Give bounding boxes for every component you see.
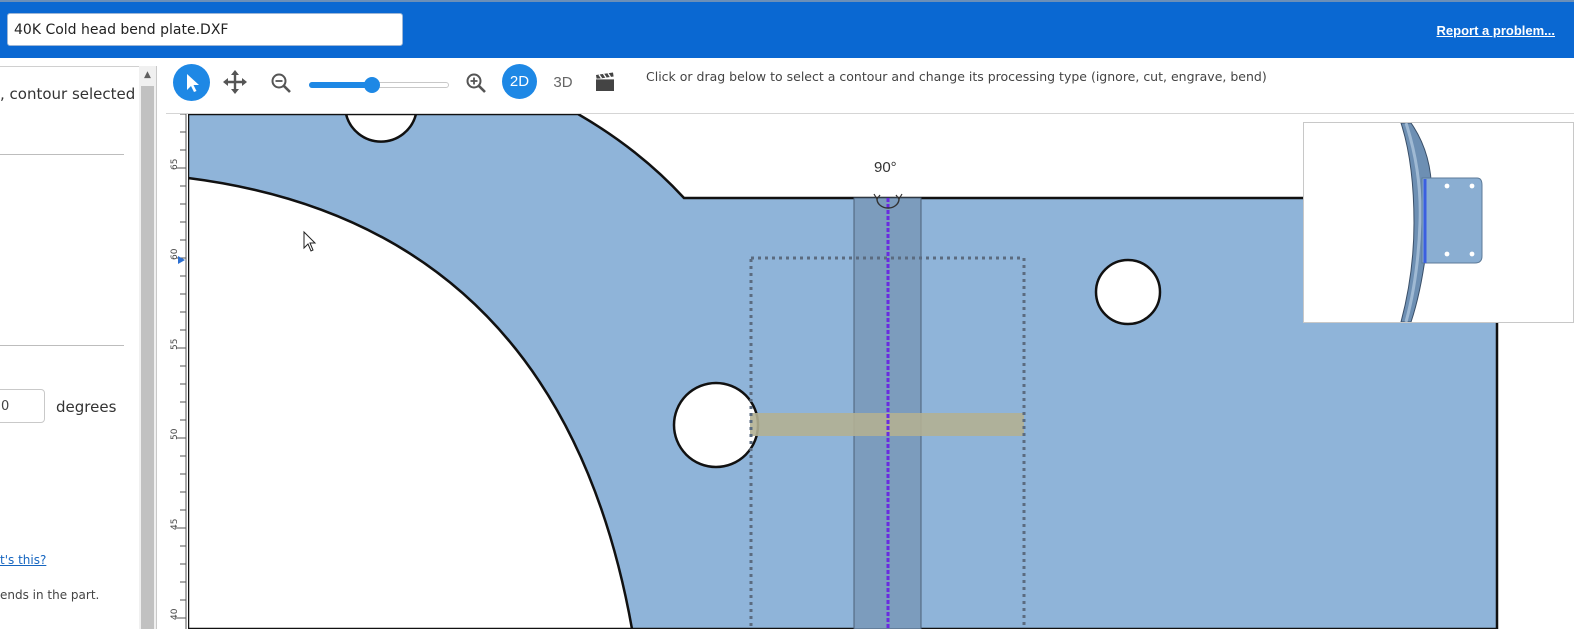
pan-tool-button[interactable] [220, 67, 250, 97]
ruler-label: 55 [170, 338, 180, 350]
view-2d-button[interactable]: 2D [502, 64, 537, 99]
ruler-label: 65 [170, 158, 180, 170]
zoom-slider-fill [309, 82, 372, 88]
ruler-label: 60 [170, 248, 180, 260]
hole[interactable] [672, 381, 760, 469]
bend-angle-input[interactable]: 0 [0, 389, 45, 423]
top-bar: 40K Cold head bend plate.DXF Report a pr… [0, 0, 1574, 58]
zoom-in-button[interactable] [461, 68, 491, 98]
select-arrow-icon [186, 73, 199, 92]
toolbar-hint: Click or drag below to select a contour … [646, 69, 1267, 84]
3d-preview[interactable] [1303, 122, 1574, 323]
hole[interactable] [1094, 258, 1162, 326]
movie-clapper-icon [596, 72, 614, 91]
whats-this-link[interactable]: t's this? [0, 553, 46, 567]
3d-preview-model [1400, 122, 1483, 323]
left-panel: , contour selected 0 degrees t's this? e… [0, 66, 157, 629]
drawing-canvas[interactable]: 65 60 55 50 45 40 90° [166, 114, 1574, 629]
zoom-in-icon [466, 73, 486, 93]
bends-info-text: ends in the part. [0, 588, 100, 602]
panel-divider [0, 345, 124, 346]
ruler-label: 40 [170, 608, 180, 620]
contour-selected-text: , contour selected [0, 85, 136, 103]
animation-button[interactable] [590, 67, 620, 97]
ruler-label: 50 [170, 428, 180, 440]
panel-divider [0, 154, 124, 155]
report-problem-link[interactable]: Report a problem... [1437, 23, 1555, 38]
view-3d-button[interactable]: 3D [548, 67, 578, 97]
scroll-thumb[interactable] [141, 86, 154, 629]
vertical-ruler: 65 60 55 50 45 40 [166, 114, 188, 629]
zoom-out-icon [271, 73, 291, 93]
ruler-ticks [176, 114, 187, 629]
scroll-up-arrow-icon[interactable]: ▲ [139, 66, 156, 84]
zoom-slider-thumb[interactable] [364, 77, 380, 93]
degrees-label: degrees [56, 398, 117, 416]
zoom-out-button[interactable] [266, 68, 296, 98]
left-panel-scrollbar[interactable]: ▲ [139, 66, 156, 629]
bend-angle-label: 90° [874, 159, 897, 176]
pan-arrows-icon [223, 70, 247, 94]
ruler-label: 45 [170, 518, 180, 530]
left-panel-top-border [0, 66, 156, 67]
select-tool-button[interactable] [173, 64, 210, 101]
toolbar: 2D 3D Click or drag below to select a co… [166, 58, 1574, 114]
file-name-field[interactable]: 40K Cold head bend plate.DXF [7, 13, 403, 46]
